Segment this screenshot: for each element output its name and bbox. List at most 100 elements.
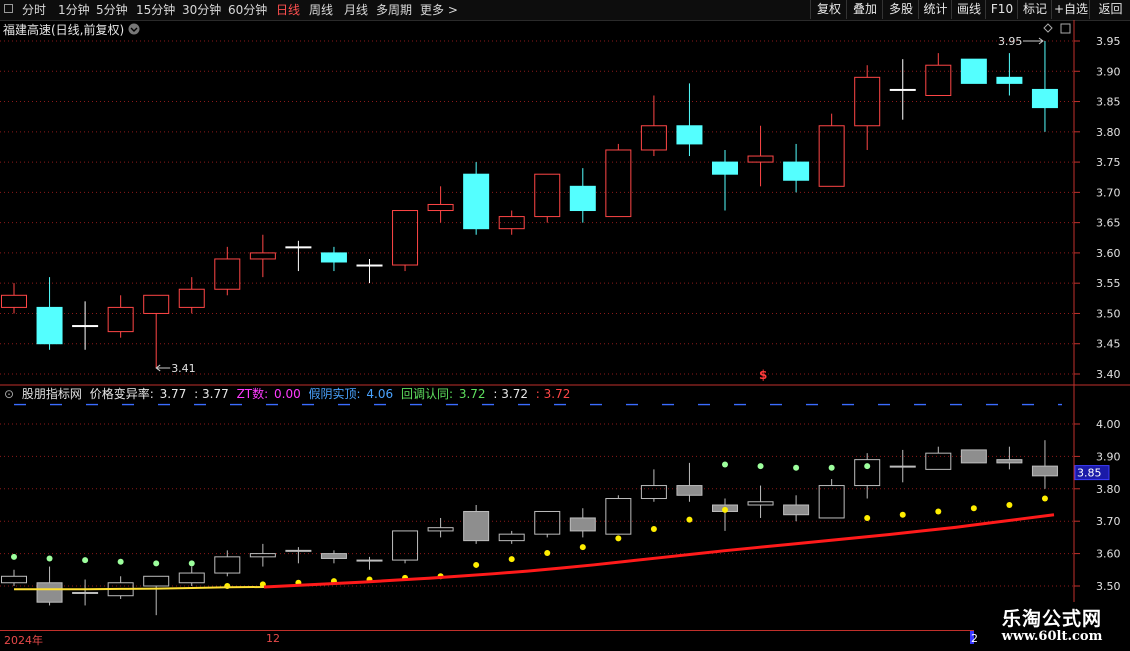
yellow-signal-dot — [1041, 495, 1048, 502]
watermark: 乐淘公式网 www.60lt.com — [974, 602, 1130, 650]
green-signal-dot — [828, 464, 835, 471]
period-tab-8[interactable]: 月线 — [344, 1, 368, 19]
period-tab-10[interactable]: 更多 > — [420, 1, 458, 19]
indicator-candle-body — [392, 530, 419, 561]
pullback-value-2: : 3.72 — [493, 387, 528, 401]
period-tab-1[interactable]: 1分钟 — [58, 1, 90, 19]
window-icon[interactable] — [4, 4, 13, 13]
yellow-signal-dot — [899, 511, 906, 518]
yellow-signal-dot — [650, 525, 657, 532]
toolbar-button-4[interactable]: 画线 — [951, 0, 986, 19]
period-tab-2[interactable]: 5分钟 — [96, 1, 128, 19]
indicator-name[interactable]: 股朋指标网 — [22, 387, 82, 401]
watermark-url: www.60lt.com — [1001, 629, 1103, 644]
period-tab-4[interactable]: 30分钟 — [182, 1, 221, 19]
yellow-signal-dot — [722, 506, 728, 513]
indicator-y-tick-label: 3.60 — [1096, 548, 1121, 561]
main-y-tick-label: 3.60 — [1096, 247, 1121, 260]
price-value-2: : 3.77 — [194, 387, 229, 401]
main-y-tick-label: 3.95 — [1096, 35, 1121, 48]
main-y-tick-label: 3.85 — [1096, 96, 1121, 109]
indicator-candle-body — [747, 501, 774, 506]
indicator-candle-body — [143, 575, 170, 587]
toolbar-button-6[interactable]: 标记 — [1017, 0, 1052, 19]
price-label: 价格变异率: — [89, 387, 154, 401]
high-arrow — [1022, 37, 1044, 45]
time-label-dec: 12 — [266, 632, 280, 645]
main-candle-body — [640, 125, 667, 151]
zt-label: ZT数: — [236, 387, 269, 401]
low-arrow — [155, 364, 171, 372]
main-candle-body — [569, 185, 596, 212]
main-y-tick-label: 3.50 — [1096, 307, 1121, 320]
indicator-candle-body — [676, 485, 703, 496]
main-y-tick-label: 3.45 — [1096, 338, 1121, 351]
green-signal-dot — [864, 463, 871, 470]
pullback-value-3: : 3.72 — [535, 387, 571, 401]
main-candle-body — [214, 258, 241, 290]
indicator-candle-body — [996, 459, 1023, 464]
toolbar-button-3[interactable]: 统计 — [918, 0, 952, 19]
main-y-tick-label: 3.90 — [1096, 65, 1121, 78]
main-candle-body — [178, 288, 205, 308]
main-y-tick-label: 3.80 — [1096, 126, 1121, 139]
toolbar-button-5[interactable]: F10 — [985, 0, 1018, 19]
indicator-legend: ⊙ 股朋指标网 价格变异率: 3.77 : 3.77 ZT数: 0.00 假阴实… — [4, 386, 574, 402]
period-tab-6[interactable]: 日线 — [276, 1, 300, 19]
indicator-y-tick-label: 3.90 — [1096, 450, 1121, 463]
yellow-signal-dot — [970, 505, 977, 512]
main-candle-body — [854, 76, 881, 127]
period-tab-0[interactable]: 分时 — [22, 1, 46, 19]
period-tab-3[interactable]: 15分钟 — [136, 1, 175, 19]
toolbar-button-0[interactable]: 复权 — [810, 0, 847, 19]
toolbar-button-8[interactable]: 返回 — [1089, 0, 1130, 19]
indicator-candle-body — [285, 549, 312, 552]
title-dropdown-icon — [128, 23, 140, 35]
toolbar-button-1[interactable]: 叠加 — [846, 0, 883, 19]
yellow-signal-dot — [544, 549, 551, 556]
indicator-candle-body — [605, 498, 632, 535]
red-trend-line — [263, 513, 1055, 589]
indicator-candle-body — [925, 452, 952, 470]
indicator-toggle-icon[interactable]: ⊙ — [4, 387, 14, 401]
indicator-candle-body — [960, 449, 987, 464]
indicator-candle-body — [534, 510, 561, 535]
yellow-signal-dot — [579, 544, 586, 551]
toolbar-button-2[interactable]: 多股 — [882, 0, 919, 19]
main-candle-body — [36, 306, 63, 345]
period-tab-9[interactable]: 多周期 — [376, 1, 412, 19]
toolbar-button-7[interactable]: +自选 — [1051, 0, 1090, 19]
green-signal-dot — [82, 557, 89, 564]
yellow-signal-dot — [1006, 502, 1013, 508]
main-candle-body — [356, 264, 383, 267]
kline-chart: 3.95 3.90 3.85 3.80 3.75 3.70 3.65 3.60 3.55 3.50… — [0, 20, 1130, 630]
main-candle-body — [143, 294, 170, 314]
main-candle-body — [960, 58, 987, 84]
time-axis: 2024年 12 2 — [0, 630, 978, 651]
indicator-candle-body — [72, 591, 99, 594]
signal-marker: $ — [759, 368, 767, 382]
indicator-y-tick-label: 3.50 — [1096, 580, 1121, 593]
period-tab-5[interactable]: 60分钟 — [228, 1, 267, 19]
time-label-year: 2024年 — [4, 634, 43, 647]
watermark-title: 乐淘公式网 — [1001, 608, 1102, 630]
main-candle-body — [392, 210, 419, 266]
main-candle-body — [747, 155, 774, 163]
indicator-candle-body — [640, 485, 667, 500]
indicator-candle-body — [1, 575, 27, 584]
period-tab-7[interactable]: 周线 — [309, 1, 333, 19]
main-y-tick-label: 3.70 — [1096, 186, 1121, 199]
high-price-label: 3.95 — [998, 35, 1023, 48]
green-signal-dot — [757, 463, 764, 470]
main-candle-body — [676, 125, 703, 145]
green-signal-dot — [153, 560, 160, 567]
main-candle-body — [1, 294, 27, 308]
time-label-feb: 2 — [971, 632, 978, 645]
fake-top-value: 4.06 — [366, 387, 394, 401]
main-candle-body — [818, 125, 845, 187]
main-y-tick-label: 3.65 — [1096, 217, 1121, 230]
indicator-candle-body — [214, 556, 241, 574]
green-signal-dot — [11, 553, 17, 560]
diamond-icon — [1043, 23, 1053, 33]
fake-top-label: 假阴实顶: — [308, 387, 361, 401]
